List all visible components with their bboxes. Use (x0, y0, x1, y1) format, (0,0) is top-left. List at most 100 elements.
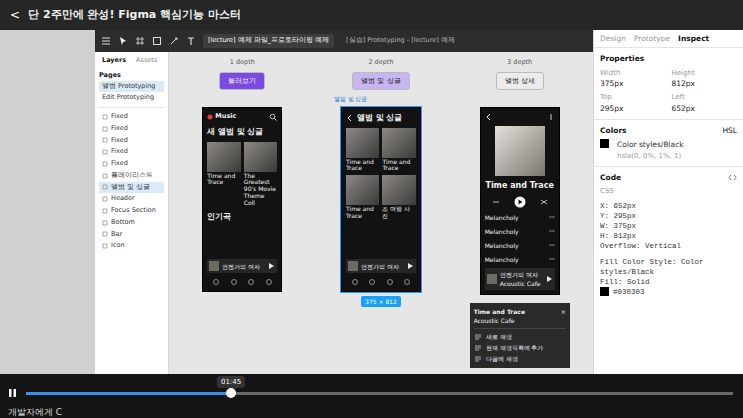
nav-tab-icon[interactable] (351, 278, 359, 286)
phone-frame[interactable]: Time and TraceMelancholyMelancholyMelanc… (480, 107, 560, 295)
sheet-item[interactable]: 현재 재생목록에 추가 (474, 342, 566, 353)
page-item[interactable]: 앨범 Prototyping (99, 81, 164, 93)
video-controls: 01:45개발자에게 C (0, 374, 743, 418)
album-card[interactable]: The Greatest 90's Movie Theme Coll (244, 142, 278, 207)
properties-section: PropertiesWidth375pxHeight812pxTop295pxL… (594, 48, 743, 120)
nav-tab-icon[interactable] (403, 278, 411, 286)
album-card[interactable]: Time and Trace (346, 128, 380, 173)
property-value[interactable]: 652px (672, 103, 738, 114)
album-card[interactable]: Time and Trace (382, 128, 416, 173)
mini-player[interactable]: 언젠가의 여자 (346, 259, 416, 273)
page-item[interactable]: Edit Prototyping (99, 92, 164, 104)
sheet-item[interactable]: 다음에 재생 (474, 353, 566, 364)
album-card[interactable]: Time and Trace (207, 142, 241, 207)
progress-knob[interactable] (226, 388, 236, 398)
layer-item[interactable]: Fixed (99, 111, 164, 123)
track-more-icon[interactable] (549, 241, 555, 249)
back-button[interactable]: < (10, 6, 20, 24)
code-line: Y: 295px (600, 211, 737, 221)
progress-track[interactable]: 01:45 (26, 392, 733, 395)
layer-label: Fixed (111, 159, 128, 169)
code-header: Code (600, 172, 737, 183)
inspector-tab[interactable]: Prototype (634, 33, 670, 44)
rectangle-icon[interactable] (152, 36, 162, 46)
layer-item[interactable]: Fixed (99, 146, 164, 158)
layer-item[interactable]: Fixed (99, 135, 164, 147)
nav-tab-icon[interactable] (265, 278, 273, 286)
track-more-icon[interactable] (549, 213, 555, 221)
layer-item[interactable]: Icon (99, 240, 164, 252)
play-icon[interactable] (267, 262, 275, 270)
nav-tab-icon[interactable] (247, 278, 255, 286)
nav-tab-icon[interactable] (212, 278, 220, 286)
pen-icon[interactable] (169, 36, 179, 46)
search-icon[interactable] (269, 113, 277, 121)
sheet-title: Time and Trace (474, 307, 525, 316)
track-more-icon[interactable] (549, 255, 555, 263)
frame-icon[interactable] (135, 36, 145, 46)
nav-tab-icon[interactable] (386, 278, 394, 286)
sheet-item-label: 현재 재생목록에 추가 (486, 343, 544, 352)
album-card[interactable]: Time and Trace (346, 175, 380, 220)
track-row[interactable]: Melancholy (485, 240, 555, 250)
code-line: Fill Color Style: Color (600, 257, 737, 267)
mini-player[interactable]: 언젠가의 여자Acoustic Cafe (485, 268, 555, 290)
text-tool-icon[interactable] (186, 36, 196, 46)
layer-frame-icon (102, 161, 108, 167)
colors-title: Colors (600, 125, 627, 136)
phone-frame[interactable]: Music새 앨범 및 싱글Time and TraceThe Greatest… (202, 107, 282, 292)
play-icon[interactable] (406, 262, 414, 270)
property-value[interactable]: 295px (600, 103, 666, 114)
color-style[interactable]: Color styles/Blackhsla(0, 0%, 1%, 1) (600, 139, 737, 161)
sheet-item[interactable]: 새로 재생 (474, 331, 566, 342)
layer-frame-icon (102, 196, 108, 202)
property-value[interactable]: 812px (672, 78, 738, 89)
color-mode[interactable]: HSL (722, 125, 737, 136)
menu-icon[interactable] (101, 36, 111, 46)
layer-item[interactable]: Fixed (99, 123, 164, 135)
back-icon[interactable] (346, 114, 353, 122)
file-tab[interactable]: [lecture] 예제 파일_프로토타이핑 예제 (203, 34, 334, 48)
layer-item[interactable]: Header (99, 193, 164, 205)
nav-tab-icon[interactable] (368, 278, 376, 286)
album-card[interactable]: 조 여행 사진 (382, 175, 416, 220)
property-value[interactable]: 375px (600, 78, 666, 89)
layer-item[interactable]: 플레이리스트 (99, 170, 164, 182)
layer-item[interactable]: Focus Section (99, 205, 164, 217)
layers-tab[interactable]: Layers (99, 55, 129, 67)
layer-item[interactable]: 앨범 및 싱글 (99, 182, 164, 194)
play-button-icon[interactable] (514, 196, 526, 208)
nav-tab-icon[interactable] (230, 278, 238, 286)
mini-player[interactable]: 언젠가의 여자 (207, 259, 277, 273)
inspector-tab[interactable]: Design (600, 33, 626, 44)
depth-button[interactable]: 앨범 상세 (496, 72, 544, 91)
layer-item[interactable]: Bottom (99, 217, 164, 229)
back-icon[interactable] (485, 113, 492, 121)
cursor-icon[interactable] (118, 36, 128, 46)
bottom-nav (346, 277, 416, 287)
depth-button[interactable]: 앨범 및 싱글 (352, 72, 409, 91)
code-line: Fill: Solid (600, 277, 737, 287)
phone-frame[interactable]: 앨범 및 싱글Time and TraceTime and TraceTime … (341, 107, 421, 292)
shuffle-icon[interactable] (492, 198, 500, 206)
track-row[interactable]: Melancholy (485, 226, 555, 236)
code-language[interactable]: CSS (600, 186, 737, 197)
repeat-icon[interactable] (540, 198, 548, 206)
code-icon[interactable] (728, 173, 737, 182)
pause-icon[interactable] (8, 388, 18, 398)
color-value: hsla(0, 0%, 1%, 1) (617, 151, 684, 162)
depth-button[interactable]: 둘러보기 (219, 72, 265, 91)
layer-item[interactable]: Fixed (99, 158, 164, 170)
layers-tab[interactable]: Assets (133, 55, 160, 67)
file-tab[interactable]: [실습] Prototyping - [lecture] 예제 (341, 34, 460, 48)
inspector-tab[interactable]: Inspect (678, 33, 709, 44)
track-more-icon[interactable] (549, 227, 555, 235)
play-icon[interactable] (545, 275, 553, 283)
close-button[interactable]: × (561, 307, 566, 316)
track-row[interactable]: Melancholy (485, 254, 555, 264)
track-row[interactable]: Melancholy (485, 212, 555, 222)
layer-item[interactable]: Bar (99, 229, 164, 241)
sheet-subtitle: Acoustic Cafe (474, 316, 525, 325)
control-row: 01:45 (8, 374, 733, 398)
more-icon[interactable] (547, 113, 555, 121)
